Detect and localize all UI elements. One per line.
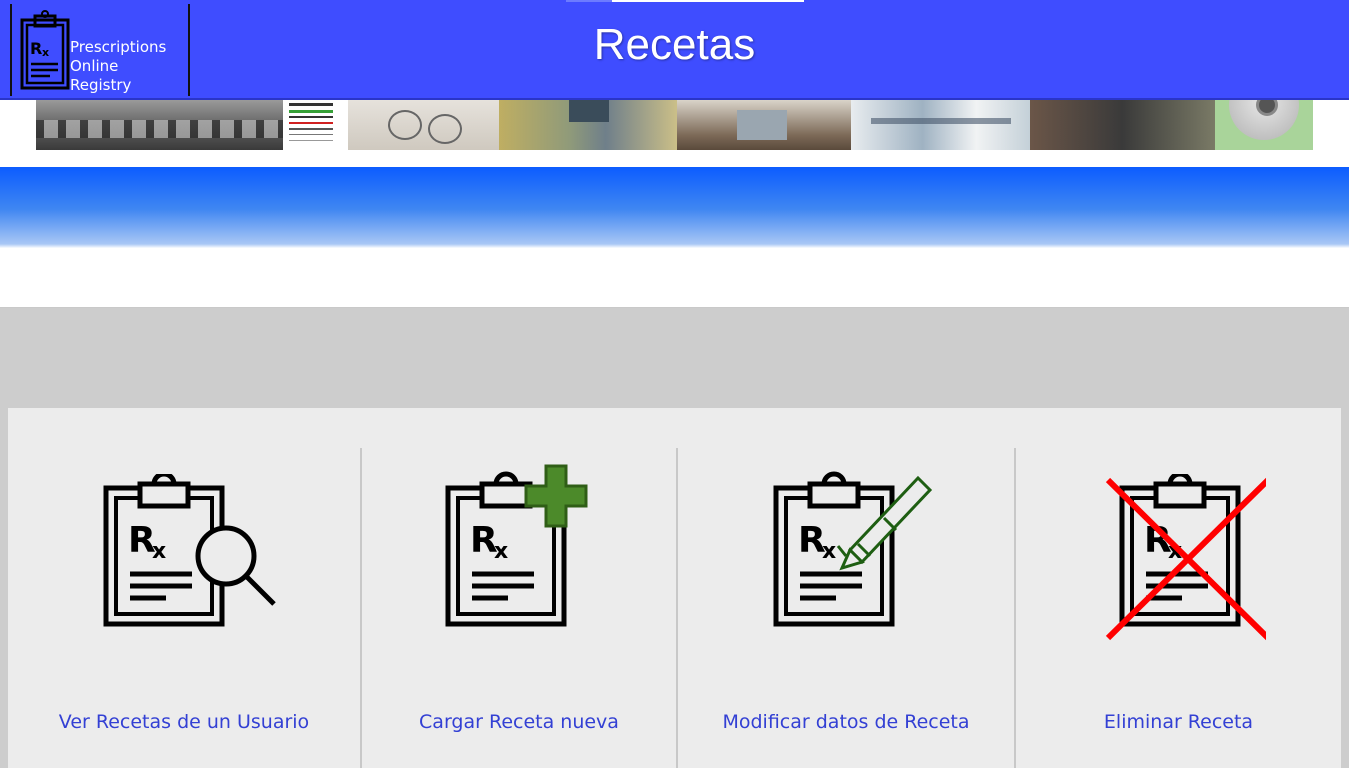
optometry-room-photo xyxy=(677,100,851,150)
action-card-view[interactable]: R x Ver Recetas de un Usuario xyxy=(8,408,360,768)
optical-lab-photo xyxy=(851,100,1030,150)
clipboard-rx-plus-icon: R x xyxy=(445,464,588,627)
lens-trays-photo xyxy=(36,100,283,150)
clipboard-rx-magnifier-icon: R x xyxy=(103,474,276,627)
edit-prescription-link[interactable]: Modificar datos de Receta xyxy=(678,711,1014,733)
clipboard-rx-pencil-icon: R x xyxy=(773,471,933,627)
contact-lens-photo xyxy=(1215,100,1313,150)
svg-text:x: x xyxy=(494,539,508,564)
add-prescription-link[interactable]: Cargar Receta nueva xyxy=(362,711,676,733)
clipboard-rx-delete-icon: R x xyxy=(1105,474,1266,641)
action-card-add[interactable]: R x Cargar Receta nueva xyxy=(362,408,676,768)
header-accent-bar-light xyxy=(612,0,804,2)
page-title: Recetas xyxy=(593,20,756,69)
logo-line: Registry xyxy=(70,76,132,94)
eye-chart-photo xyxy=(283,100,348,150)
view-prescriptions-link[interactable]: Ver Recetas de un Usuario xyxy=(8,711,360,733)
svg-text:x: x xyxy=(822,539,836,564)
delete-prescription-link[interactable]: Eliminar Receta xyxy=(1016,711,1341,733)
header-accent-bar xyxy=(566,0,612,2)
banner-photo-strip xyxy=(36,100,1313,150)
eye-exam-photo xyxy=(499,100,677,150)
svg-text:x: x xyxy=(152,539,166,564)
decorative-gradient-band xyxy=(0,167,1349,308)
glasses-adjustment-photo xyxy=(1030,100,1215,150)
page-header: R x Prescriptions Online Registry Receta… xyxy=(0,0,1349,100)
eyeglasses-photo xyxy=(348,100,499,150)
action-card-delete[interactable]: R x Eliminar Receta xyxy=(1016,408,1341,768)
actions-panel: R x Ver Recetas de un Usuario R x Cargar… xyxy=(8,408,1341,768)
action-card-edit[interactable]: R x Modificar datos de Receta xyxy=(678,408,1014,768)
